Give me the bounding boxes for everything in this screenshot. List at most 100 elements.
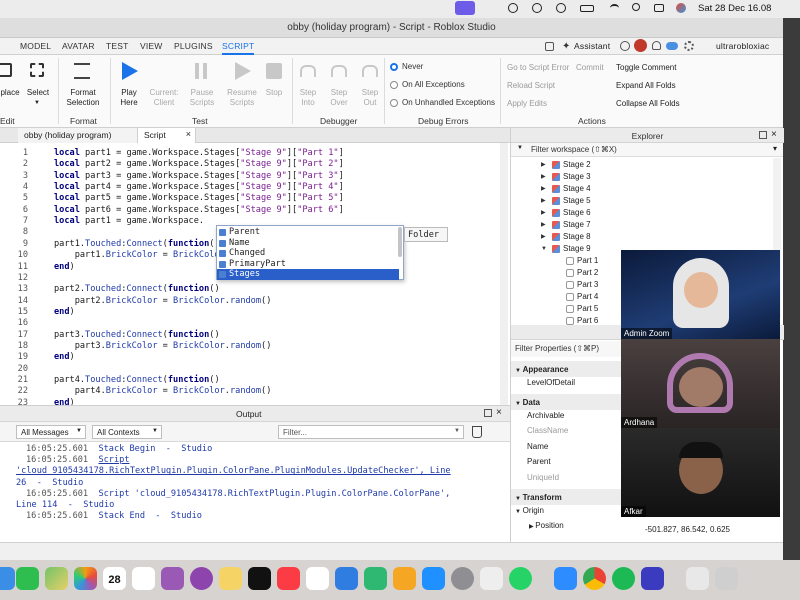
stop-button[interactable]: Stop: [262, 88, 286, 98]
clock-status-icon[interactable]: [556, 3, 566, 13]
help-icon[interactable]: [620, 41, 630, 51]
collapse-all-folds-button[interactable]: Collapse All Folds: [616, 99, 680, 108]
property-row[interactable]: ClassName: [511, 426, 623, 435]
options-icon[interactable]: ▾: [773, 144, 777, 153]
property-row[interactable]: ▼ Appearance: [511, 361, 623, 377]
video-tile[interactable]: Ardhana: [621, 339, 780, 428]
reminders-icon[interactable]: [132, 567, 155, 590]
username[interactable]: ultrarobloxiac: [716, 41, 769, 51]
chevron-down-icon[interactable]: ▼: [515, 401, 523, 407]
whatsapp-icon[interactable]: [509, 567, 532, 590]
numbers-icon[interactable]: [364, 567, 387, 590]
explorer-item[interactable]: ▶ Stage 3: [541, 172, 591, 181]
apply-edits-button[interactable]: Apply Edits: [507, 99, 547, 108]
maps-icon[interactable]: [45, 567, 68, 590]
debug-never-radio[interactable]: Never: [390, 62, 423, 71]
chrome-icon[interactable]: [583, 567, 606, 590]
code-line[interactable]: local part2 = game.Workspace.Stages["Sta…: [54, 159, 344, 169]
close-icon[interactable]: ×: [771, 129, 777, 140]
search-icon[interactable]: [632, 3, 640, 11]
tab-view[interactable]: VIEW: [140, 41, 163, 51]
property-row[interactable]: ▼ Origin: [511, 506, 623, 515]
tab-script[interactable]: SCRIPT: [222, 41, 255, 55]
code-line[interactable]: part4.Touched:Connect(function(): [54, 375, 220, 385]
code-line[interactable]: part1.Touched:Connect(function(): [54, 239, 220, 249]
explorer-item[interactable]: Part 5: [555, 304, 598, 313]
system-settings-icon[interactable]: [451, 567, 474, 590]
output-log[interactable]: 16:05:25.601 Stack Begin - Studio 16:05:2…: [0, 442, 510, 542]
code-line[interactable]: part3.Touched:Connect(function(): [54, 330, 220, 340]
step-out-button[interactable]: Step Out: [358, 88, 382, 108]
roblox-icon[interactable]: [480, 567, 503, 590]
output-entry[interactable]: Line 114 - Studio: [16, 500, 114, 511]
context-filter-dropdown[interactable]: All Contexts ▼: [92, 425, 162, 439]
panel-options-icon[interactable]: [484, 409, 492, 417]
spotify-icon[interactable]: [612, 567, 635, 590]
chevron-down-icon[interactable]: ▼: [515, 509, 523, 515]
tab-plugins[interactable]: PLUGINS: [174, 41, 213, 51]
code-line[interactable]: end): [54, 352, 75, 362]
tab-place[interactable]: obby (holiday program): [18, 128, 138, 143]
select-button[interactable]: Select: [22, 88, 54, 98]
current-client-button[interactable]: Current: Client: [146, 88, 182, 108]
explorer-item[interactable]: ▶ Stage 8: [541, 232, 591, 241]
code-line[interactable]: end): [54, 307, 75, 317]
facetime-icon[interactable]: [16, 567, 39, 590]
autocomplete-item[interactable]: PrimaryPart: [217, 259, 399, 270]
property-row[interactable]: Parent: [511, 457, 623, 466]
autocomplete-item[interactable]: Stages: [217, 269, 399, 281]
podcasts-icon[interactable]: [161, 567, 184, 590]
expand-all-folds-button[interactable]: Expand All Folds: [616, 81, 676, 90]
chevron-down-icon[interactable]: ▼: [515, 496, 523, 502]
code-line[interactable]: local part3 = game.Workspace.Stages["Sta…: [54, 171, 344, 181]
code-line[interactable]: local part1 = game.Workspace.Stages["Sta…: [54, 148, 344, 158]
autocomplete-scrollbar[interactable]: [398, 227, 402, 257]
chevron-icon[interactable]: ▶: [541, 197, 549, 204]
explorer-item[interactable]: ▶ Stage 7: [541, 220, 591, 229]
code-line[interactable]: part3.BrickColor = BrickColor.random(): [54, 341, 272, 351]
keynote-icon[interactable]: [335, 567, 358, 590]
play-status-icon[interactable]: [532, 3, 542, 13]
output-entry[interactable]: 16:05:25.601 Stack Begin - Studio: [26, 444, 212, 455]
podcasts-purple-icon[interactable]: [190, 567, 213, 590]
commit-button[interactable]: Commit: [576, 63, 604, 72]
wifi-icon[interactable]: [610, 4, 619, 12]
menu-clock[interactable]: Sat 28 Dec 16.08: [698, 3, 771, 14]
debug-all-exceptions-radio[interactable]: On All Exceptions: [390, 80, 465, 89]
go-to-script-error-button[interactable]: Go to Script Error: [507, 63, 569, 72]
share-icon[interactable]: [545, 42, 554, 51]
chevron-icon[interactable]: ▶: [541, 173, 549, 180]
cloud-icon[interactable]: [666, 42, 678, 50]
explorer-item[interactable]: Part 6: [555, 316, 598, 325]
property-row[interactable]: Name: [511, 442, 623, 451]
zoom-icon[interactable]: [554, 567, 577, 590]
explorer-item[interactable]: ▶ Stage 2: [541, 160, 591, 169]
autocomplete-item[interactable]: Name: [217, 238, 399, 249]
code-line[interactable]: local part6 = game.Workspace.Stages["Sta…: [54, 205, 344, 215]
chevron-icon[interactable]: ▶: [541, 209, 549, 216]
property-row[interactable]: UniqueId: [511, 473, 623, 482]
trash-icon[interactable]: [715, 567, 738, 590]
pause-scripts-button[interactable]: Pause Scripts: [186, 88, 218, 108]
roblox-studio-icon[interactable]: [641, 567, 664, 590]
chevron-icon[interactable]: ▶: [541, 221, 549, 228]
notifications-icon[interactable]: [652, 41, 661, 50]
code-line[interactable]: part2.BrickColor = BrickColor.random(): [54, 296, 272, 306]
explorer-item[interactable]: Part 3: [555, 280, 598, 289]
control-center-icon[interactable]: [654, 4, 664, 12]
chevron-icon[interactable]: ▶: [541, 233, 549, 240]
property-row[interactable]: ▼ Data: [511, 393, 623, 410]
tab-script-document[interactable]: Script ×: [138, 128, 196, 143]
freeform-icon[interactable]: [306, 567, 329, 590]
resume-scripts-button[interactable]: Resume Scripts: [224, 88, 260, 108]
battery-icon[interactable]: [580, 5, 594, 12]
avatar[interactable]: [634, 39, 647, 52]
editor-scrollbar[interactable]: [500, 143, 508, 405]
video-tile[interactable]: Afkar: [621, 428, 780, 517]
debug-unhandled-radio[interactable]: On Unhandled Exceptions: [390, 98, 495, 107]
property-row[interactable]: LevelOfDetail: [511, 378, 623, 387]
photos-icon[interactable]: [74, 567, 97, 590]
explorer-filter[interactable]: ▼ Filter workspace (⇧⌘X) ▾: [511, 143, 783, 157]
panel-options-icon[interactable]: [759, 131, 767, 139]
code-line[interactable]: part2.Touched:Connect(function(): [54, 284, 220, 294]
